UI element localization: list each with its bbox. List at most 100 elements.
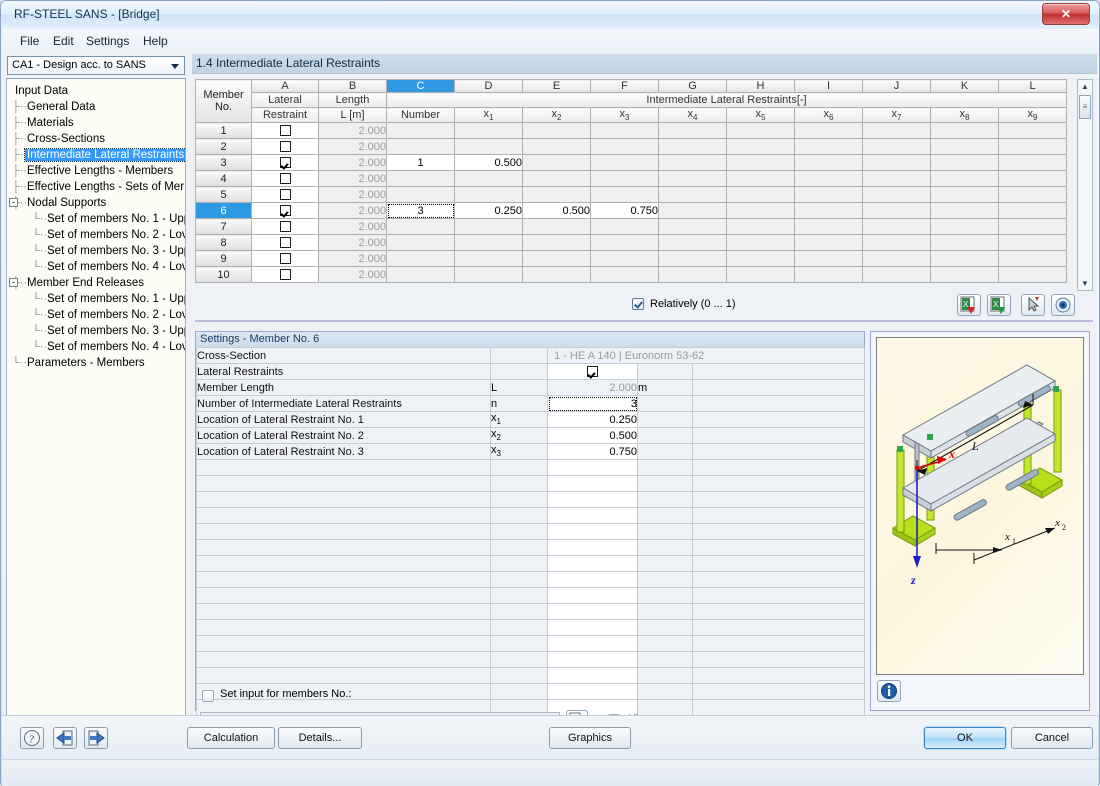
grid-cell-x1[interactable] [454,250,523,268]
grid-cell-x6[interactable] [794,170,863,188]
grid-cell-x8[interactable] [930,202,999,220]
calculation-button[interactable]: Calculation [187,727,275,749]
grid-cell-x7[interactable] [862,186,931,204]
grid-cell-x3[interactable]: 0.750 [590,202,659,220]
grid-row-header[interactable]: 7 [195,218,252,236]
settings-row-value[interactable]: 0.250 [547,411,638,428]
set-input-checkbox[interactable] [202,690,214,702]
grid-cell-x5[interactable] [726,266,795,284]
tree-item-set-of-members-no-1-upp[interactable]: Set of members No. 1 - Upp [45,211,185,227]
grid-cell-x7[interactable] [862,234,931,252]
tree-expander[interactable]: - [9,278,18,287]
tree-item-set-of-members-no-3-upp[interactable]: Set of members No. 3 - Upp [45,323,185,339]
grid-row[interactable]: 7 2.000 [195,218,1067,236]
grid-cell-x3[interactable] [590,250,659,268]
settings-lateral-restraints-checkbox[interactable] [587,366,598,378]
grid-cell-x4[interactable] [658,202,727,220]
grid-cell-lateral-restraint[interactable] [251,218,319,236]
grid-cell-x9[interactable] [998,186,1067,204]
tree-item-set-of-members-no-4-lov[interactable]: Set of members No. 4 - Lov [45,339,185,355]
tree-item-intermediate-lateral-restraints[interactable]: Intermediate Lateral Restraints [23,147,185,163]
grid-cell-x6[interactable] [794,154,863,172]
grid-cell-x5[interactable] [726,122,795,140]
grid-cell-x1[interactable] [454,266,523,284]
tree-item-effective-lengths-sets-of-mer[interactable]: Effective Lengths - Sets of Mer [25,179,185,195]
grid-cell-x4[interactable] [658,170,727,188]
tree-item-nodal-supports[interactable]: Nodal Supports [25,195,108,211]
grid-cell-x9[interactable] [998,218,1067,236]
grid-cell-x1[interactable] [454,170,523,188]
pick-member-button[interactable] [1021,294,1045,316]
lateral-restraint-checkbox[interactable] [279,189,291,201]
lateral-restraint-checkbox[interactable] [279,125,291,137]
grid-cell-lateral-restraint[interactable] [251,234,319,252]
grid-cell-x6[interactable] [794,138,863,156]
lateral-restraint-checkbox[interactable] [279,157,291,169]
settings-lateral-restraints-cell[interactable] [547,363,638,380]
grid-cell-x3[interactable] [590,266,659,284]
ok-button[interactable]: OK [924,727,1006,749]
grid-cell-x1[interactable] [454,122,523,140]
grid-cell-x6[interactable] [794,122,863,140]
grid-column-header-e[interactable]: E [522,79,591,93]
grid-cell-number[interactable]: 3 [386,202,455,220]
grid-column-header-a[interactable]: A [251,79,319,93]
grid-cell-x8[interactable] [930,138,999,156]
grid-cell-number[interactable] [386,234,455,252]
grid-cell-x3[interactable] [590,154,659,172]
tree-item-set-of-members-no-1-upp[interactable]: Set of members No. 1 - Upp [45,291,185,307]
grid-cell-x8[interactable] [930,250,999,268]
grid-cell-lateral-restraint[interactable] [251,186,319,204]
grid-cell-x8[interactable] [930,122,999,140]
grid-column-header-g[interactable]: G [658,79,727,93]
settings-row-value[interactable]: 0.500 [547,427,638,444]
grid-cell-x2[interactable] [522,266,591,284]
view-mode-button[interactable] [1051,294,1075,316]
grid-column-header-h[interactable]: H [726,79,795,93]
grid-cell-x2[interactable] [522,170,591,188]
grid-cell-x3[interactable] [590,122,659,140]
grid-cell-x1[interactable]: 0.500 [454,154,523,172]
scroll-down-arrow[interactable]: ▼ [1078,277,1092,290]
help-button[interactable]: ? [20,727,44,749]
grid-column-header-l[interactable]: L [998,79,1067,93]
grid-cell-x9[interactable] [998,250,1067,268]
grid-cell-x9[interactable] [998,266,1067,284]
grid-row-header[interactable]: 3 [195,154,252,172]
grid-cell-x5[interactable] [726,154,795,172]
grid-cell-x6[interactable] [794,202,863,220]
grid-cell-x5[interactable] [726,170,795,188]
grid-cell-x1[interactable]: 0.250 [454,202,523,220]
grid-cell-x7[interactable] [862,122,931,140]
grid-cell-number[interactable] [386,122,455,140]
grid-row[interactable]: 3 2.000 1 0.500 [195,154,1067,172]
tree-item-set-of-members-no-3-upp[interactable]: Set of members No. 3 - Upp [45,243,185,259]
grid-cell-lateral-restraint[interactable] [251,138,319,156]
lateral-restraint-checkbox[interactable] [279,269,291,281]
grid-column-header-i[interactable]: I [794,79,863,93]
lateral-restraint-checkbox[interactable] [279,205,291,217]
grid-cell-x7[interactable] [862,138,931,156]
grid-cell-x5[interactable] [726,202,795,220]
grid-cell-x2[interactable] [522,122,591,140]
grid-cell-x2[interactable]: 0.500 [522,202,591,220]
tree-item-set-of-members-no-2-lov[interactable]: Set of members No. 2 - Lov [45,307,185,323]
settings-row-value[interactable]: 0.750 [547,443,638,460]
grid-row[interactable]: 10 2.000 [195,266,1067,284]
grid-cell-x6[interactable] [794,186,863,204]
grid-cell-x1[interactable] [454,138,523,156]
grid-row-header[interactable]: 10 [195,266,252,284]
relatively-checkbox[interactable] [632,298,644,310]
previous-button[interactable] [53,727,77,749]
grid-scroll-thumb[interactable]: ≡ [1079,95,1091,119]
grid-cell-x6[interactable] [794,234,863,252]
lateral-restraint-checkbox[interactable] [279,253,291,265]
grid-cell-x9[interactable] [998,122,1067,140]
grid-cell-x9[interactable] [998,154,1067,172]
grid-cell-x2[interactable] [522,250,591,268]
menu-edit[interactable]: Edit [47,33,80,49]
menu-help[interactable]: Help [137,33,174,49]
grid-cell-number[interactable] [386,170,455,188]
grid-cell-x8[interactable] [930,186,999,204]
grid-row-header[interactable]: 8 [195,234,252,252]
